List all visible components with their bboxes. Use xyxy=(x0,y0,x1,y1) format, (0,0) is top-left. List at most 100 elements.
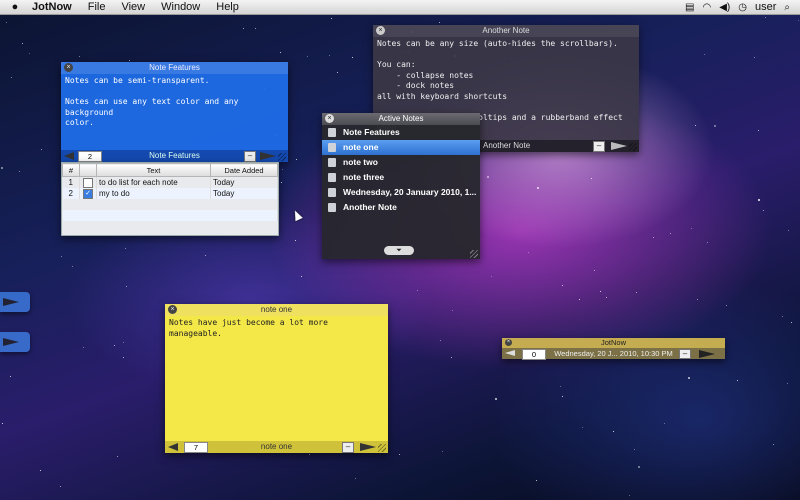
list-item-selected[interactable]: note one xyxy=(322,140,480,155)
table-row[interactable]: 2 ✓ my to do Today xyxy=(62,188,278,199)
dock-arrow-icon[interactable] xyxy=(699,350,715,358)
note-title-bar[interactable]: × Another Note xyxy=(373,25,639,37)
resize-grip-icon[interactable] xyxy=(378,444,386,452)
list-item[interactable]: note two xyxy=(322,155,480,170)
dock-arrow-icon[interactable] xyxy=(260,152,276,160)
close-icon[interactable]: × xyxy=(325,114,334,123)
menu-file[interactable]: File xyxy=(80,1,114,13)
star xyxy=(537,187,539,189)
spotlight-search-icon[interactable]: ⌕ xyxy=(784,2,790,13)
note-title-bar[interactable]: × note one xyxy=(165,304,388,316)
list-item[interactable]: Wednesday, 20 January 2010, 1... xyxy=(322,185,480,200)
star xyxy=(439,22,440,23)
star xyxy=(129,60,130,61)
minimize-button[interactable]: – xyxy=(593,141,605,152)
note-footer-label: Wednesday, 20 J... 2010, 10:30 PM xyxy=(554,349,673,358)
menu-view[interactable]: View xyxy=(113,1,153,13)
note-footer: 0 Wednesday, 20 J... 2010, 10:30 PM – xyxy=(502,348,725,360)
todo-checkbox[interactable] xyxy=(83,177,93,188)
docked-note-tab[interactable] xyxy=(0,292,30,312)
resize-grip-icon[interactable] xyxy=(278,153,286,161)
row-text[interactable]: to do list for each note xyxy=(96,176,211,188)
close-icon[interactable]: × xyxy=(505,339,512,346)
column-header-number[interactable]: # xyxy=(62,163,80,177)
apple-icon[interactable]: ● xyxy=(6,1,24,13)
star xyxy=(697,299,698,300)
volume-icon[interactable]: ◀) xyxy=(719,2,730,13)
list-item[interactable]: Note Features xyxy=(322,125,480,140)
star xyxy=(695,125,696,126)
menu-app-name[interactable]: JotNow xyxy=(24,1,80,13)
star xyxy=(295,240,296,241)
star xyxy=(594,270,595,271)
active-notes-panel: × Active Notes Note Features note one no… xyxy=(322,113,480,259)
todo-table: # Text Date Added 1 to do list for each … xyxy=(62,163,278,221)
star xyxy=(451,357,452,358)
star xyxy=(417,290,418,291)
close-icon[interactable]: × xyxy=(64,63,73,72)
column-header-date[interactable]: Date Added xyxy=(210,163,278,177)
panel-title: Active Notes xyxy=(378,114,424,123)
clock-icon[interactable]: ◷ xyxy=(738,2,747,13)
list-item[interactable]: Another Note xyxy=(322,200,480,215)
note-icon xyxy=(328,173,336,182)
expand-button[interactable]: ⏷ xyxy=(384,246,414,255)
minimize-button[interactable]: – xyxy=(342,442,354,453)
column-header-text[interactable]: Text xyxy=(96,163,211,177)
star xyxy=(613,431,614,432)
note-title-bar[interactable]: × JotNow xyxy=(502,338,725,347)
minimize-button[interactable]: – xyxy=(679,349,691,359)
table-row[interactable]: 1 to do list for each note Today xyxy=(62,176,278,188)
star xyxy=(123,342,124,343)
minimize-button[interactable]: – xyxy=(244,151,256,162)
active-notes-list: Note Features note one note two note thr… xyxy=(322,125,480,215)
star xyxy=(22,43,23,44)
star xyxy=(19,171,20,172)
star xyxy=(737,380,738,381)
menu-help[interactable]: Help xyxy=(208,1,247,13)
jotnow-collapsed-note: × JotNow 0 Wednesday, 20 J... 2010, 10:3… xyxy=(502,338,725,360)
resize-grip-icon[interactable] xyxy=(629,143,637,151)
note-title: Another Note xyxy=(482,26,530,35)
menu-window[interactable]: Window xyxy=(153,1,208,13)
star xyxy=(355,478,356,479)
star xyxy=(309,454,310,455)
star xyxy=(352,57,353,58)
star xyxy=(754,57,755,58)
star xyxy=(296,159,297,160)
dock-arrow-icon xyxy=(3,338,19,346)
panel-title-bar[interactable]: × Active Notes xyxy=(322,113,480,125)
note-footer: 2 Note Features – xyxy=(61,150,288,162)
star xyxy=(399,454,400,455)
star xyxy=(280,52,281,53)
todo-checkbox-checked[interactable]: ✓ xyxy=(83,188,93,199)
note-icon xyxy=(328,128,336,137)
dock-arrow-icon[interactable] xyxy=(360,443,376,451)
star xyxy=(579,299,580,300)
row-text[interactable]: my to do xyxy=(96,188,211,199)
user-menu[interactable]: user xyxy=(755,1,776,13)
star xyxy=(6,22,7,23)
dock-arrow-icon[interactable] xyxy=(611,142,627,150)
star xyxy=(536,480,537,481)
jotnow-menu-icon[interactable]: ▤ xyxy=(685,2,694,13)
note-title-bar[interactable]: × Note Features xyxy=(61,62,288,74)
close-icon[interactable]: × xyxy=(168,305,177,314)
star xyxy=(664,423,665,424)
star xyxy=(329,55,330,56)
menu-bar: ● JotNow File View Window Help ▤ ◠ ◀) ◷ … xyxy=(0,0,800,15)
star xyxy=(629,495,630,496)
star xyxy=(452,310,453,311)
note-body[interactable]: Notes have just become a lot more manage… xyxy=(165,316,388,341)
star xyxy=(114,345,115,346)
star xyxy=(491,276,492,277)
docked-note-tab[interactable] xyxy=(0,332,30,352)
wifi-icon[interactable]: ◠ xyxy=(702,2,711,13)
note-body[interactable]: Notes can be semi-transparent. Notes can… xyxy=(61,74,288,131)
star xyxy=(117,456,118,457)
resize-grip-icon[interactable] xyxy=(470,250,478,258)
column-header-check[interactable] xyxy=(79,163,97,177)
star xyxy=(787,383,788,384)
list-item[interactable]: note three xyxy=(322,170,480,185)
close-icon[interactable]: × xyxy=(376,26,385,35)
